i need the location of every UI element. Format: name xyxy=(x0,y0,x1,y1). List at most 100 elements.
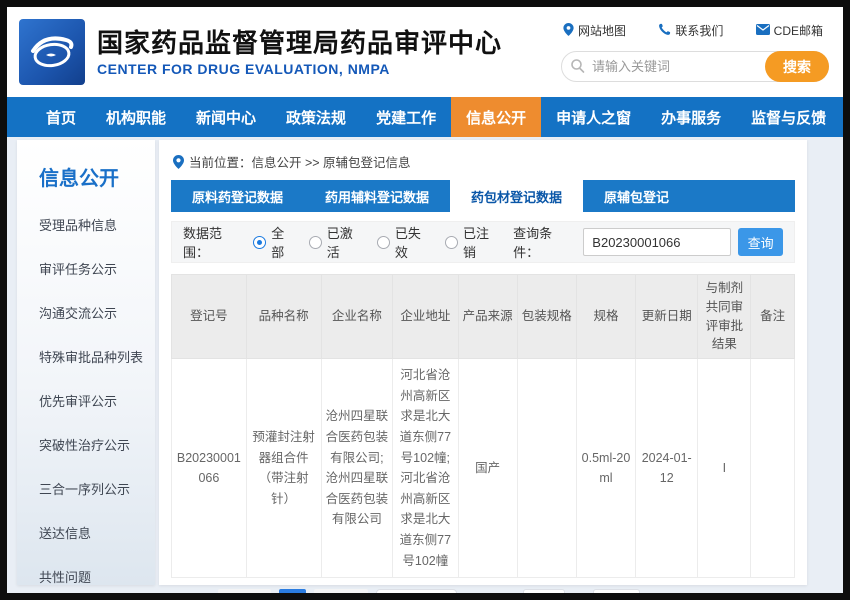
quick-link-CDE邮箱[interactable]: CDE邮箱 xyxy=(756,22,823,39)
column-header-与制剂共同审评审批结果: 与制剂共同审评审批结果 xyxy=(698,275,751,359)
pagination: 共 1 条 上一页 1 下一页 10 条/页 ▼ 到第 页 确定 xyxy=(171,589,795,600)
tab-药用辅料登记数据[interactable]: 药用辅料登记数据 xyxy=(304,180,450,212)
tab-原料药登记数据[interactable]: 原料药登记数据 xyxy=(171,180,304,212)
nav-item-政策法规[interactable]: 政策法规 xyxy=(271,97,361,137)
sidebar-item-送达信息[interactable]: 送达信息 xyxy=(39,523,145,542)
query-button[interactable]: 查询 xyxy=(738,228,783,256)
nav-item-首页[interactable]: 首页 xyxy=(31,97,91,137)
site-subtitle: CENTER FOR DRUG EVALUATION, NMPA xyxy=(97,61,561,77)
column-header-企业地址: 企业地址 xyxy=(393,275,458,359)
tab-原辅包登记[interactable]: 原辅包登记 xyxy=(583,180,690,212)
jump-suffix-label: 页 xyxy=(573,593,586,600)
location-pin-icon xyxy=(563,23,574,39)
column-header-备注: 备注 xyxy=(751,275,795,359)
table-cell: 国产 xyxy=(458,359,517,578)
quick-link-label: 网站地图 xyxy=(578,22,626,39)
radio-circle xyxy=(445,236,458,249)
table-cell: 河北省沧州高新区求是北大道东侧77号102幢;河北省沧州高新区求是北大道东侧77… xyxy=(393,359,458,578)
quick-link-网站地图[interactable]: 网站地图 xyxy=(563,22,626,39)
jump-page-input[interactable] xyxy=(523,589,565,600)
nav-item-监督与反馈[interactable]: 监督与反馈 xyxy=(736,97,841,137)
sidebar-title: 信息公开 xyxy=(39,162,145,191)
sidebar-item-特殊审批品种列表[interactable]: 特殊审批品种列表 xyxy=(39,347,145,366)
site-header: 国家药品监督管理局药品审评中心 CENTER FOR DRUG EVALUATI… xyxy=(7,7,843,97)
table-cell xyxy=(751,359,795,578)
sidebar-item-审评任务公示[interactable]: 审评任务公示 xyxy=(39,259,145,278)
nav-item-申请人之窗[interactable]: 申请人之窗 xyxy=(541,97,646,137)
header-right: 网站地图 联系我们 CDE邮箱 搜索 xyxy=(561,22,829,82)
sidebar-item-三合一序列公示[interactable]: 三合一序列公示 xyxy=(39,479,145,498)
pagination-total: 共 1 条 xyxy=(171,593,210,600)
table-cell: B20230001066 xyxy=(172,359,247,578)
scope-label: 数据范围： xyxy=(183,223,246,261)
location-pin-icon xyxy=(173,155,184,169)
nav-item-党建工作[interactable]: 党建工作 xyxy=(361,97,451,137)
radio-label: 已失效 xyxy=(395,223,432,261)
nav-item-信息公开[interactable]: 信息公开 xyxy=(451,97,541,137)
sidebar-item-共性问题[interactable]: 共性问题 xyxy=(39,567,145,586)
radio-label: 全部 xyxy=(271,223,296,261)
main-card: 当前位置：信息公开 >> 原辅包登记信息 原料药登记数据药用辅料登记数据药包材登… xyxy=(159,140,807,585)
radio-option-全部[interactable]: 全部 xyxy=(253,223,296,261)
column-header-包装规格: 包装规格 xyxy=(517,275,576,359)
radio-option-已注销[interactable]: 已注销 xyxy=(445,223,500,261)
quick-link-label: 联系我们 xyxy=(675,22,723,39)
sidebar-item-优先审评公示[interactable]: 优先审评公示 xyxy=(39,391,145,410)
tab-药包材登记数据[interactable]: 药包材登记数据 xyxy=(450,180,583,212)
nav-item-办事服务[interactable]: 办事服务 xyxy=(646,97,736,137)
query-label: 查询条件： xyxy=(513,223,576,261)
envelope-icon xyxy=(756,24,770,38)
sidebar-list: 受理品种信息审评任务公示沟通交流公示特殊审批品种列表优先审评公示突破性治疗公示三… xyxy=(39,215,145,600)
filter-bar: 数据范围： 全部已激活已失效已注销 查询条件： 查询 xyxy=(171,221,795,263)
next-page-button[interactable]: 下一页 xyxy=(314,589,368,600)
table-cell: 预灌封注射器组合件（带注射针） xyxy=(246,359,321,578)
refresh-icon[interactable] xyxy=(467,595,482,600)
column-header-规格: 规格 xyxy=(576,275,635,359)
cde-logo-icon xyxy=(26,26,78,78)
registration-table: 登记号品种名称企业名称企业地址产品来源包装规格规格更新日期与制剂共同审评审批结果… xyxy=(171,274,795,578)
column-header-企业名称: 企业名称 xyxy=(321,275,393,359)
cde-logo xyxy=(19,19,85,85)
radio-circle xyxy=(253,236,266,249)
sidebar-item-突破性治疗公示[interactable]: 突破性治疗公示 xyxy=(39,435,145,454)
tab-bar: 原料药登记数据药用辅料登记数据药包材登记数据原辅包登记 xyxy=(171,180,795,212)
table-cell: 0.5ml-20ml xyxy=(576,359,635,578)
jump-prefix-label: 到第 xyxy=(490,593,515,600)
scope-radio-group: 全部已激活已失效已注销 xyxy=(253,223,500,261)
breadcrumb-text: 当前位置：信息公开 >> 原辅包登记信息 xyxy=(189,152,411,171)
search-button[interactable]: 搜索 xyxy=(765,51,829,82)
content-area: 信息公开 受理品种信息审评任务公示沟通交流公示特殊审批品种列表优先审评公示突破性… xyxy=(7,137,843,593)
quick-link-联系我们[interactable]: 联系我们 xyxy=(658,22,723,39)
radio-circle xyxy=(377,236,390,249)
sidebar: 信息公开 受理品种信息审评任务公示沟通交流公示特殊审批品种列表优先审评公示突破性… xyxy=(17,140,155,585)
radio-circle xyxy=(309,236,322,249)
breadcrumb: 当前位置：信息公开 >> 原辅包登记信息 xyxy=(171,150,795,180)
column-header-品种名称: 品种名称 xyxy=(246,275,321,359)
table-cell xyxy=(517,359,576,578)
page-size-select[interactable]: 10 条/页 ▼ xyxy=(376,589,457,600)
site-title: 国家药品监督管理局药品审评中心 xyxy=(97,27,561,60)
radio-label: 已激活 xyxy=(327,223,364,261)
column-header-更新日期: 更新日期 xyxy=(636,275,698,359)
table-cell: I xyxy=(698,359,751,578)
sidebar-item-沟通交流公示[interactable]: 沟通交流公示 xyxy=(39,303,145,322)
table-row: B20230001066预灌封注射器组合件（带注射针）沧州四星联合医药包装有限公… xyxy=(172,359,795,578)
site-titles: 国家药品监督管理局药品审评中心 CENTER FOR DRUG EVALUATI… xyxy=(97,27,561,78)
radio-option-已激活[interactable]: 已激活 xyxy=(309,223,364,261)
table-cell: 2024-01-12 xyxy=(636,359,698,578)
nav-item-登记备案平台[interactable]: 登记备案平台 xyxy=(841,97,850,137)
column-header-登记号: 登记号 xyxy=(172,275,247,359)
query-input[interactable] xyxy=(583,228,731,256)
radio-label: 已注销 xyxy=(463,223,500,261)
phone-icon xyxy=(658,23,671,39)
prev-page-button[interactable]: 上一页 xyxy=(218,589,272,600)
column-header-产品来源: 产品来源 xyxy=(458,275,517,359)
page-size-value: 10 条/页 xyxy=(385,593,431,600)
jump-confirm-button[interactable]: 确定 xyxy=(593,589,640,600)
sidebar-item-受理品种信息[interactable]: 受理品种信息 xyxy=(39,215,145,234)
page-number-button[interactable]: 1 xyxy=(279,589,306,600)
nav-item-机构职能[interactable]: 机构职能 xyxy=(91,97,181,137)
radio-option-已失效[interactable]: 已失效 xyxy=(377,223,432,261)
nav-item-新闻中心[interactable]: 新闻中心 xyxy=(181,97,271,137)
table-header-row: 登记号品种名称企业名称企业地址产品来源包装规格规格更新日期与制剂共同审评审批结果… xyxy=(172,275,795,359)
